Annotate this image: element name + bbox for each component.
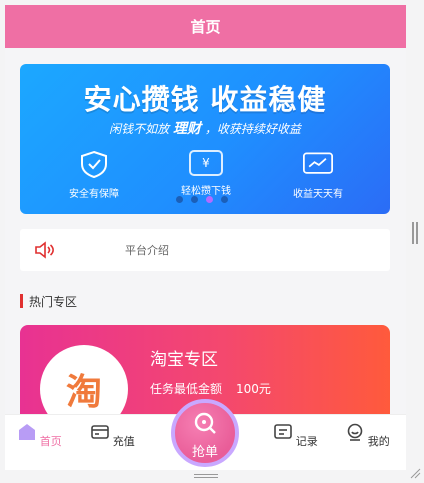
tab-label: 我的 [367, 435, 390, 448]
notice-text: 平台介绍 [125, 244, 169, 257]
zone-min-value: 100元 [236, 382, 271, 396]
zone-min-amount: 任务最低金额 100元 [150, 380, 271, 397]
tab-mine[interactable]: 我的 [338, 423, 398, 449]
tab-records[interactable]: 记录 [266, 423, 326, 449]
feature-safe: 安全有保障 [49, 150, 139, 200]
carousel-dot[interactable] [176, 196, 183, 203]
zone-min-label: 任务最低金额 [150, 382, 223, 396]
user-icon [347, 423, 363, 441]
banner-subtitle-b: 理财 [173, 121, 201, 137]
feature-label: 轻松攒下钱 [181, 186, 231, 197]
grab-order-button[interactable]: 抢单 [171, 399, 239, 467]
tab-label: 记录 [295, 435, 318, 448]
grab-order-label: 抢单 [191, 445, 218, 460]
scrollbar-handle[interactable] [412, 222, 418, 244]
trend-chart-icon [303, 152, 333, 174]
resize-grip-icon[interactable] [409, 467, 421, 479]
carousel-dots [176, 196, 228, 203]
notice-bar[interactable]: 平台介绍 [20, 229, 390, 271]
tab-home[interactable]: 首页 [10, 423, 70, 449]
browser-viewport: 首页 安心攒钱 收益稳健 闲钱不如放 理财 ，收获持续好收益 安全有保障 ¥ 轻… [0, 0, 424, 483]
section-marker [20, 294, 23, 308]
feature-label: 安全有保障 [69, 189, 119, 200]
shield-check-icon [81, 150, 107, 179]
banner-title: 安心攒钱 收益稳健 [83, 83, 327, 116]
feature-label: 收益天天有 [293, 189, 343, 200]
yen-card-icon: ¥ [189, 150, 223, 176]
section-header: 热门专区 [20, 292, 77, 310]
grab-order-icon [194, 412, 216, 434]
tab-recharge[interactable]: 充值 [83, 423, 143, 449]
carousel-dot[interactable] [191, 196, 198, 203]
banner-subtitle: 闲钱不如放 理财 ，收获持续好收益 [20, 118, 390, 138]
tab-label: 首页 [39, 435, 62, 448]
carousel-dot[interactable] [221, 196, 228, 203]
home-icon [19, 424, 36, 440]
bottom-drag-handle[interactable] [194, 474, 218, 478]
feature-save: ¥ 轻松攒下钱 [161, 150, 251, 197]
speaker-icon [35, 241, 54, 259]
page-header: 首页 [5, 5, 406, 48]
record-icon [274, 424, 293, 439]
banner-subtitle-a: 闲钱不如放 [109, 122, 170, 136]
section-title: 热门专区 [29, 294, 78, 309]
page-title: 首页 [190, 18, 221, 36]
wallet-icon [91, 425, 110, 439]
zone-name: 淘宝专区 [150, 350, 218, 370]
tab-label: 充值 [112, 435, 135, 448]
feature-income: 收益天天有 [273, 150, 363, 200]
promo-banner[interactable]: 安心攒钱 收益稳健 闲钱不如放 理财 ，收获持续好收益 安全有保障 ¥ 轻松攒下… [20, 64, 390, 214]
carousel-dot-active[interactable] [206, 196, 213, 203]
banner-subtitle-c: ，收获持续好收益 [204, 122, 301, 136]
app-frame: 首页 安心攒钱 收益稳健 闲钱不如放 理财 ，收获持续好收益 安全有保障 ¥ 轻… [5, 5, 406, 470]
